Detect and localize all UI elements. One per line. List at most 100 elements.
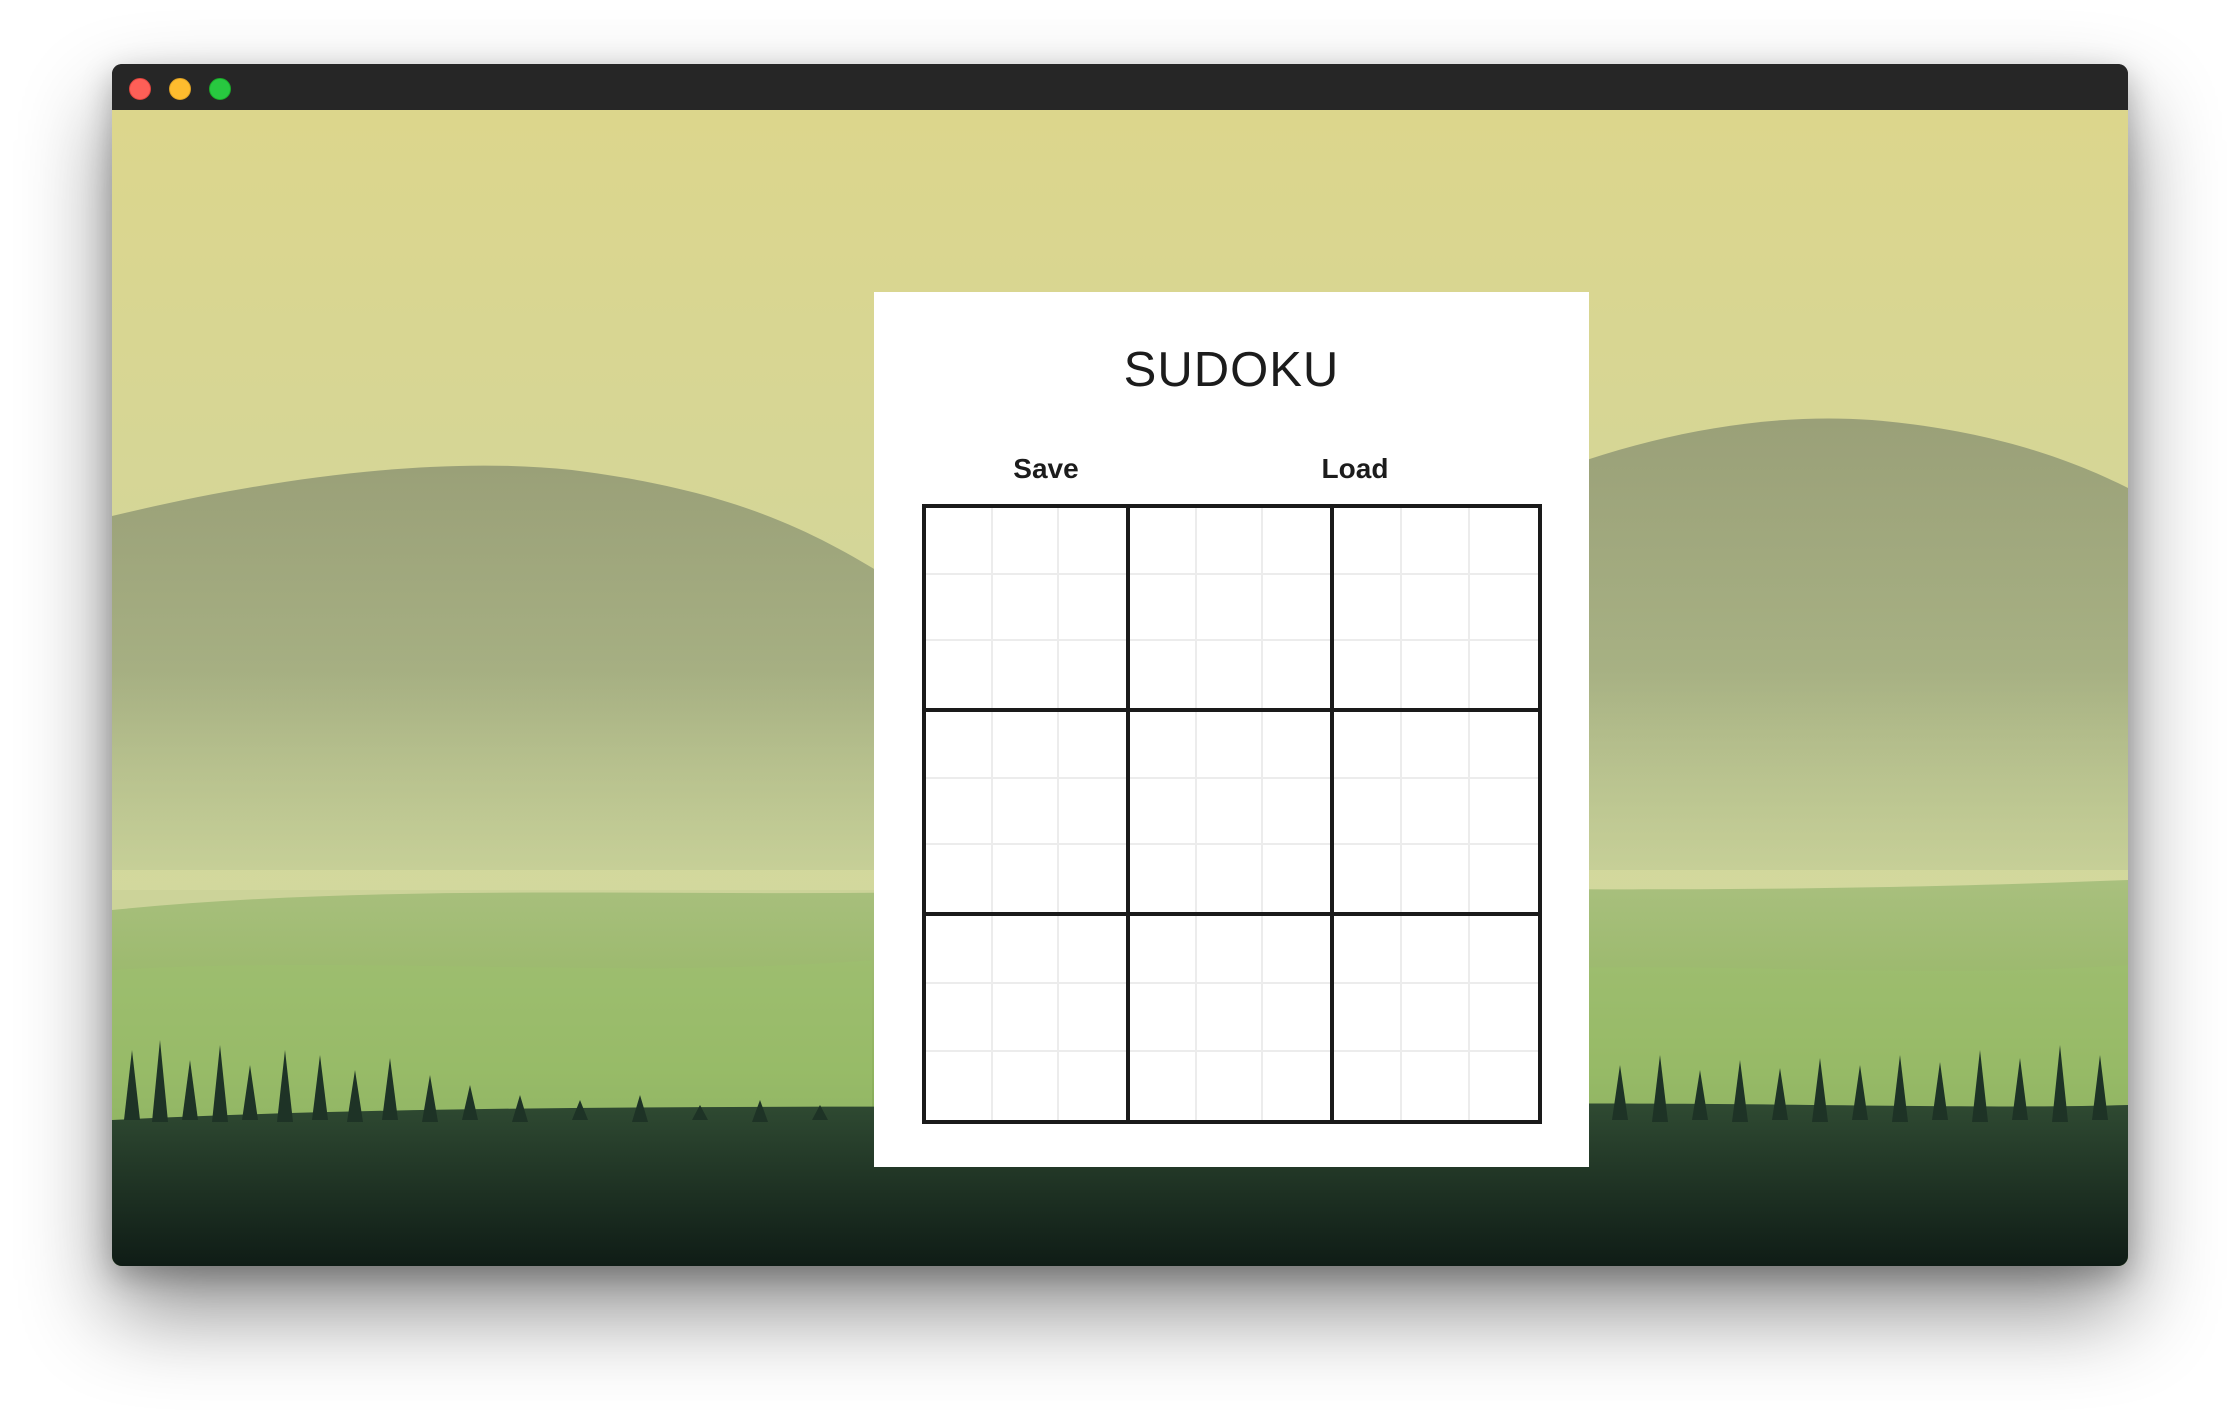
sudoku-cell[interactable] [993, 1052, 1060, 1120]
sudoku-cell[interactable] [1059, 508, 1126, 575]
sudoku-cell[interactable] [1334, 641, 1402, 708]
sudoku-cell[interactable] [992, 916, 1060, 984]
sudoku-box [926, 712, 1130, 916]
sudoku-cell[interactable] [1059, 641, 1126, 708]
save-button[interactable]: Save [966, 448, 1126, 490]
sudoku-cell[interactable] [1130, 916, 1197, 984]
sudoku-cell[interactable] [1059, 916, 1126, 984]
sudoku-cell[interactable] [1402, 508, 1470, 575]
sudoku-cell[interactable] [1263, 916, 1330, 984]
sudoku-cell[interactable] [1130, 778, 1197, 846]
sudoku-cell[interactable] [1402, 916, 1470, 984]
sudoku-cell[interactable] [1059, 1052, 1126, 1120]
sudoku-cell[interactable] [926, 845, 993, 912]
sudoku-box [1130, 712, 1334, 916]
sudoku-cell[interactable] [1402, 1052, 1470, 1120]
sudoku-cell[interactable] [926, 778, 993, 846]
sudoku-box [1334, 916, 1538, 1120]
minimize-window-button[interactable] [169, 78, 191, 100]
sudoku-cell[interactable] [993, 641, 1060, 708]
sudoku-cell[interactable] [926, 574, 993, 642]
sudoku-cell[interactable] [1263, 641, 1330, 708]
sudoku-cell[interactable] [1197, 1052, 1264, 1120]
sudoku-cell[interactable] [1263, 779, 1330, 846]
sudoku-cell[interactable] [1059, 984, 1126, 1052]
sudoku-cell[interactable] [1130, 712, 1197, 779]
sudoku-box [926, 916, 1130, 1120]
sudoku-cell[interactable] [1470, 641, 1538, 708]
sudoku-cell[interactable] [1402, 641, 1470, 708]
sudoku-cell[interactable] [1263, 1052, 1330, 1120]
sudoku-cell[interactable] [1402, 984, 1470, 1052]
sudoku-cell[interactable] [992, 778, 1060, 846]
sudoku-cell[interactable] [1196, 916, 1264, 984]
sudoku-cell[interactable] [1334, 1052, 1402, 1120]
sudoku-box [1130, 916, 1334, 1120]
sudoku-cell[interactable] [1470, 779, 1538, 846]
sudoku-cell[interactable] [1470, 508, 1538, 575]
sudoku-cell[interactable] [1263, 984, 1330, 1052]
sudoku-cell[interactable] [993, 845, 1060, 912]
sudoku-cell[interactable] [1197, 641, 1264, 708]
title-bar [112, 64, 2128, 110]
sudoku-cell[interactable] [992, 574, 1060, 642]
sudoku-cell[interactable] [1059, 575, 1126, 642]
sudoku-cell[interactable] [1470, 1052, 1538, 1120]
close-window-button[interactable] [129, 78, 151, 100]
sudoku-cell[interactable] [1334, 916, 1402, 984]
sudoku-cell[interactable] [926, 508, 993, 575]
sudoku-cell[interactable] [1130, 984, 1197, 1052]
sudoku-cell[interactable] [1263, 575, 1330, 642]
sudoku-cell[interactable] [1059, 779, 1126, 846]
sudoku-cell[interactable] [1334, 508, 1402, 575]
sudoku-cell[interactable] [1130, 508, 1197, 575]
sudoku-cell[interactable] [1196, 712, 1264, 779]
sudoku-cell[interactable] [1196, 984, 1264, 1052]
sudoku-cell[interactable] [1130, 641, 1197, 708]
sudoku-cell[interactable] [926, 712, 993, 779]
sudoku-cell[interactable] [1263, 508, 1330, 575]
sudoku-cell[interactable] [1470, 575, 1538, 642]
sudoku-box [1334, 712, 1538, 916]
sudoku-cell[interactable] [992, 712, 1060, 779]
sudoku-cell[interactable] [1196, 574, 1264, 642]
sudoku-cell[interactable] [1334, 712, 1402, 779]
sudoku-cell[interactable] [1402, 574, 1470, 642]
sudoku-cell[interactable] [1263, 845, 1330, 912]
load-button[interactable]: Load [1275, 448, 1435, 490]
sudoku-cell[interactable] [1059, 845, 1126, 912]
sudoku-board [922, 504, 1542, 1124]
sudoku-cell[interactable] [1402, 778, 1470, 846]
sudoku-cell[interactable] [1470, 712, 1538, 779]
sudoku-box [1334, 508, 1538, 712]
sudoku-cell[interactable] [1059, 712, 1126, 779]
sudoku-cell[interactable] [1470, 984, 1538, 1052]
sudoku-cell[interactable] [1334, 778, 1402, 846]
maximize-window-button[interactable] [209, 78, 231, 100]
sudoku-cell[interactable] [1130, 845, 1197, 912]
sudoku-cell[interactable] [1263, 712, 1330, 779]
sudoku-cell[interactable] [992, 508, 1060, 575]
sudoku-card: SUDOKU Save Load [874, 292, 1589, 1167]
sudoku-cell[interactable] [926, 916, 993, 984]
sudoku-cell[interactable] [1334, 845, 1402, 912]
sudoku-cell[interactable] [1402, 845, 1470, 912]
sudoku-cell[interactable] [1470, 845, 1538, 912]
sudoku-cell[interactable] [926, 1052, 993, 1120]
sudoku-cell[interactable] [1196, 508, 1264, 575]
sudoku-cell[interactable] [926, 984, 993, 1052]
sudoku-cell[interactable] [1130, 1052, 1197, 1120]
sudoku-cell[interactable] [1197, 845, 1264, 912]
sudoku-cell[interactable] [1334, 984, 1402, 1052]
sudoku-box [1130, 508, 1334, 712]
sudoku-cell[interactable] [1196, 778, 1264, 846]
sudoku-box [926, 508, 1130, 712]
sudoku-cell[interactable] [1402, 712, 1470, 779]
sudoku-cell[interactable] [1334, 574, 1402, 642]
sudoku-cell[interactable] [1470, 916, 1538, 984]
sudoku-cell[interactable] [926, 641, 993, 708]
app-window: SUDOKU Save Load [112, 64, 2128, 1266]
sudoku-cell[interactable] [992, 984, 1060, 1052]
sudoku-cell[interactable] [1130, 574, 1197, 642]
page-title: SUDOKU [1123, 343, 1340, 397]
